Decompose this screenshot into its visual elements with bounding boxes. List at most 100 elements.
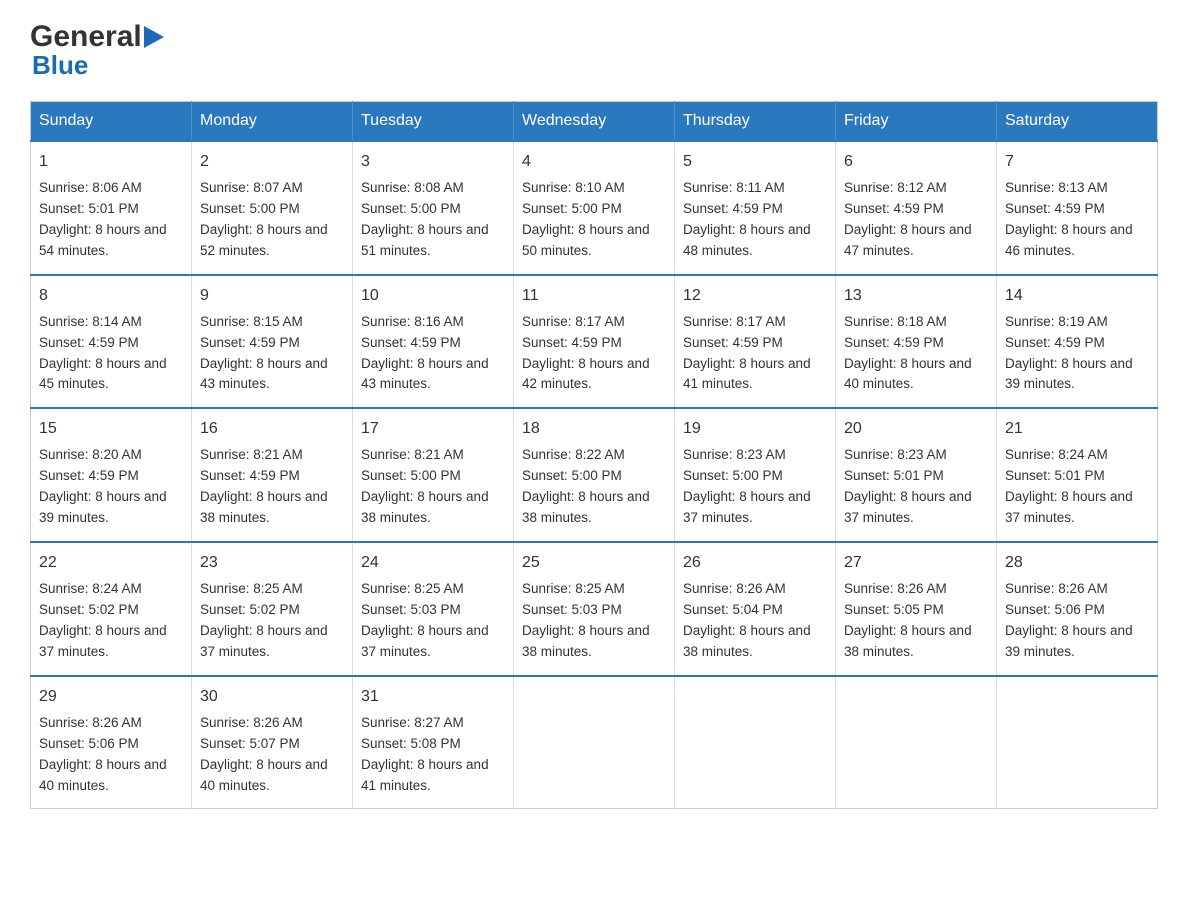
calendar-cell: 25 Sunrise: 8:25 AMSunset: 5:03 PMDaylig… bbox=[514, 542, 675, 676]
header-day-tuesday: Tuesday bbox=[353, 102, 514, 142]
day-info: Sunrise: 8:24 AMSunset: 5:02 PMDaylight:… bbox=[39, 579, 183, 663]
day-info: Sunrise: 8:25 AMSunset: 5:03 PMDaylight:… bbox=[361, 579, 505, 663]
day-info: Sunrise: 8:20 AMSunset: 4:59 PMDaylight:… bbox=[39, 445, 183, 529]
day-info: Sunrise: 8:27 AMSunset: 5:08 PMDaylight:… bbox=[361, 713, 505, 797]
day-info: Sunrise: 8:25 AMSunset: 5:03 PMDaylight:… bbox=[522, 579, 666, 663]
calendar-week-5: 29 Sunrise: 8:26 AMSunset: 5:06 PMDaylig… bbox=[31, 676, 1158, 809]
day-number: 1 bbox=[39, 150, 183, 174]
calendar-cell: 19 Sunrise: 8:23 AMSunset: 5:00 PMDaylig… bbox=[675, 408, 836, 542]
calendar-cell: 5 Sunrise: 8:11 AMSunset: 4:59 PMDayligh… bbox=[675, 141, 836, 275]
calendar-cell bbox=[836, 676, 997, 809]
calendar-body: 1 Sunrise: 8:06 AMSunset: 5:01 PMDayligh… bbox=[31, 141, 1158, 809]
day-number: 31 bbox=[361, 685, 505, 709]
day-number: 29 bbox=[39, 685, 183, 709]
header-day-thursday: Thursday bbox=[675, 102, 836, 142]
day-info: Sunrise: 8:26 AMSunset: 5:06 PMDaylight:… bbox=[1005, 579, 1149, 663]
day-number: 22 bbox=[39, 551, 183, 575]
day-info: Sunrise: 8:17 AMSunset: 4:59 PMDaylight:… bbox=[683, 312, 827, 396]
day-info: Sunrise: 8:21 AMSunset: 4:59 PMDaylight:… bbox=[200, 445, 344, 529]
day-info: Sunrise: 8:14 AMSunset: 4:59 PMDaylight:… bbox=[39, 312, 183, 396]
calendar-week-1: 1 Sunrise: 8:06 AMSunset: 5:01 PMDayligh… bbox=[31, 141, 1158, 275]
day-number: 7 bbox=[1005, 150, 1149, 174]
header-day-sunday: Sunday bbox=[31, 102, 192, 142]
calendar-cell bbox=[997, 676, 1158, 809]
calendar-cell: 15 Sunrise: 8:20 AMSunset: 4:59 PMDaylig… bbox=[31, 408, 192, 542]
day-number: 24 bbox=[361, 551, 505, 575]
logo-blue: Blue bbox=[32, 50, 88, 81]
calendar-cell: 11 Sunrise: 8:17 AMSunset: 4:59 PMDaylig… bbox=[514, 275, 675, 409]
calendar-cell: 17 Sunrise: 8:21 AMSunset: 5:00 PMDaylig… bbox=[353, 408, 514, 542]
calendar-cell: 1 Sunrise: 8:06 AMSunset: 5:01 PMDayligh… bbox=[31, 141, 192, 275]
logo-general: General bbox=[30, 20, 142, 54]
day-number: 30 bbox=[200, 685, 344, 709]
day-number: 12 bbox=[683, 284, 827, 308]
calendar-cell: 22 Sunrise: 8:24 AMSunset: 5:02 PMDaylig… bbox=[31, 542, 192, 676]
calendar-cell: 29 Sunrise: 8:26 AMSunset: 5:06 PMDaylig… bbox=[31, 676, 192, 809]
calendar-cell: 30 Sunrise: 8:26 AMSunset: 5:07 PMDaylig… bbox=[192, 676, 353, 809]
day-number: 2 bbox=[200, 150, 344, 174]
calendar-cell: 8 Sunrise: 8:14 AMSunset: 4:59 PMDayligh… bbox=[31, 275, 192, 409]
day-number: 18 bbox=[522, 417, 666, 441]
day-number: 23 bbox=[200, 551, 344, 575]
page-header: General Blue bbox=[30, 20, 1158, 81]
day-number: 14 bbox=[1005, 284, 1149, 308]
day-number: 10 bbox=[361, 284, 505, 308]
day-number: 8 bbox=[39, 284, 183, 308]
day-number: 27 bbox=[844, 551, 988, 575]
day-info: Sunrise: 8:22 AMSunset: 5:00 PMDaylight:… bbox=[522, 445, 666, 529]
day-info: Sunrise: 8:16 AMSunset: 4:59 PMDaylight:… bbox=[361, 312, 505, 396]
day-info: Sunrise: 8:11 AMSunset: 4:59 PMDaylight:… bbox=[683, 178, 827, 262]
day-info: Sunrise: 8:12 AMSunset: 4:59 PMDaylight:… bbox=[844, 178, 988, 262]
day-number: 17 bbox=[361, 417, 505, 441]
day-number: 15 bbox=[39, 417, 183, 441]
calendar-cell: 20 Sunrise: 8:23 AMSunset: 5:01 PMDaylig… bbox=[836, 408, 997, 542]
calendar-cell bbox=[514, 676, 675, 809]
day-number: 19 bbox=[683, 417, 827, 441]
calendar-week-3: 15 Sunrise: 8:20 AMSunset: 4:59 PMDaylig… bbox=[31, 408, 1158, 542]
day-info: Sunrise: 8:17 AMSunset: 4:59 PMDaylight:… bbox=[522, 312, 666, 396]
day-info: Sunrise: 8:15 AMSunset: 4:59 PMDaylight:… bbox=[200, 312, 344, 396]
day-number: 6 bbox=[844, 150, 988, 174]
logo: General Blue bbox=[30, 20, 164, 81]
calendar-table: SundayMondayTuesdayWednesdayThursdayFrid… bbox=[30, 101, 1158, 809]
day-number: 13 bbox=[844, 284, 988, 308]
day-number: 16 bbox=[200, 417, 344, 441]
day-info: Sunrise: 8:06 AMSunset: 5:01 PMDaylight:… bbox=[39, 178, 183, 262]
day-number: 11 bbox=[522, 284, 666, 308]
calendar-cell: 14 Sunrise: 8:19 AMSunset: 4:59 PMDaylig… bbox=[997, 275, 1158, 409]
logo-arrow-icon bbox=[144, 26, 164, 48]
day-info: Sunrise: 8:24 AMSunset: 5:01 PMDaylight:… bbox=[1005, 445, 1149, 529]
calendar-cell bbox=[675, 676, 836, 809]
day-number: 4 bbox=[522, 150, 666, 174]
day-info: Sunrise: 8:13 AMSunset: 4:59 PMDaylight:… bbox=[1005, 178, 1149, 262]
day-info: Sunrise: 8:26 AMSunset: 5:04 PMDaylight:… bbox=[683, 579, 827, 663]
calendar-header: SundayMondayTuesdayWednesdayThursdayFrid… bbox=[31, 102, 1158, 142]
day-number: 20 bbox=[844, 417, 988, 441]
calendar-cell: 27 Sunrise: 8:26 AMSunset: 5:05 PMDaylig… bbox=[836, 542, 997, 676]
calendar-cell: 21 Sunrise: 8:24 AMSunset: 5:01 PMDaylig… bbox=[997, 408, 1158, 542]
day-info: Sunrise: 8:07 AMSunset: 5:00 PMDaylight:… bbox=[200, 178, 344, 262]
calendar-cell: 3 Sunrise: 8:08 AMSunset: 5:00 PMDayligh… bbox=[353, 141, 514, 275]
header-day-friday: Friday bbox=[836, 102, 997, 142]
day-number: 28 bbox=[1005, 551, 1149, 575]
calendar-cell: 26 Sunrise: 8:26 AMSunset: 5:04 PMDaylig… bbox=[675, 542, 836, 676]
day-info: Sunrise: 8:19 AMSunset: 4:59 PMDaylight:… bbox=[1005, 312, 1149, 396]
header-row: SundayMondayTuesdayWednesdayThursdayFrid… bbox=[31, 102, 1158, 142]
header-day-monday: Monday bbox=[192, 102, 353, 142]
calendar-cell: 31 Sunrise: 8:27 AMSunset: 5:08 PMDaylig… bbox=[353, 676, 514, 809]
day-info: Sunrise: 8:10 AMSunset: 5:00 PMDaylight:… bbox=[522, 178, 666, 262]
day-info: Sunrise: 8:23 AMSunset: 5:00 PMDaylight:… bbox=[683, 445, 827, 529]
calendar-week-2: 8 Sunrise: 8:14 AMSunset: 4:59 PMDayligh… bbox=[31, 275, 1158, 409]
day-number: 5 bbox=[683, 150, 827, 174]
calendar-cell: 13 Sunrise: 8:18 AMSunset: 4:59 PMDaylig… bbox=[836, 275, 997, 409]
calendar-cell: 9 Sunrise: 8:15 AMSunset: 4:59 PMDayligh… bbox=[192, 275, 353, 409]
day-info: Sunrise: 8:26 AMSunset: 5:05 PMDaylight:… bbox=[844, 579, 988, 663]
calendar-cell: 12 Sunrise: 8:17 AMSunset: 4:59 PMDaylig… bbox=[675, 275, 836, 409]
day-number: 9 bbox=[200, 284, 344, 308]
day-number: 3 bbox=[361, 150, 505, 174]
day-number: 26 bbox=[683, 551, 827, 575]
calendar-cell: 24 Sunrise: 8:25 AMSunset: 5:03 PMDaylig… bbox=[353, 542, 514, 676]
calendar-cell: 28 Sunrise: 8:26 AMSunset: 5:06 PMDaylig… bbox=[997, 542, 1158, 676]
calendar-cell: 6 Sunrise: 8:12 AMSunset: 4:59 PMDayligh… bbox=[836, 141, 997, 275]
day-number: 21 bbox=[1005, 417, 1149, 441]
